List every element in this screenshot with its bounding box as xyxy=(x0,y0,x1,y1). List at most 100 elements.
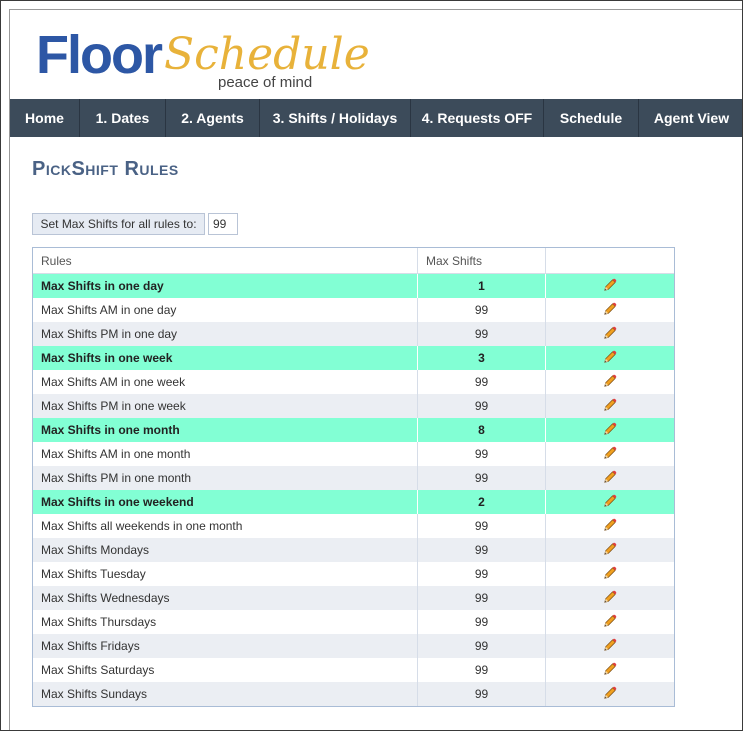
pencil-icon[interactable] xyxy=(603,470,617,487)
pencil-icon[interactable] xyxy=(603,446,617,463)
rule-name: Max Shifts all weekends in one month xyxy=(33,514,418,538)
edit-cell xyxy=(546,274,674,298)
pencil-icon[interactable] xyxy=(603,614,617,631)
rule-name: Max Shifts PM in one week xyxy=(33,394,418,418)
table-row: Max Shifts in one weekend 2 xyxy=(33,490,674,514)
rule-name: Max Shifts PM in one day xyxy=(33,322,418,346)
edit-cell xyxy=(546,634,674,658)
set-max-shifts-button[interactable]: Set Max Shifts for all rules to: xyxy=(32,213,205,235)
edit-cell xyxy=(546,418,674,442)
max-shifts-value: 99 xyxy=(418,586,546,610)
pencil-icon[interactable] xyxy=(603,662,617,679)
page-content: Floor Schedule peace of mind Home 1. Date… xyxy=(9,9,742,730)
max-shifts-value: 99 xyxy=(418,298,546,322)
edit-cell xyxy=(546,538,674,562)
pencil-icon[interactable] xyxy=(603,638,617,655)
main-nav: Home 1. Dates 2. Agents 3. Shifts / Holiday… xyxy=(10,99,742,137)
edit-cell xyxy=(546,346,674,370)
table-row: Max Shifts in one month 8 xyxy=(33,418,674,442)
table-row: Max Shifts PM in one week 99 xyxy=(33,394,674,418)
edit-cell xyxy=(546,682,674,706)
edit-cell xyxy=(546,586,674,610)
table-row: Max Shifts in one week 3 xyxy=(33,346,674,370)
max-shifts-value: 1 xyxy=(418,274,546,298)
edit-cell xyxy=(546,490,674,514)
edit-cell xyxy=(546,514,674,538)
page-title: PickShift Rules xyxy=(32,158,179,180)
pencil-icon[interactable] xyxy=(603,278,617,295)
max-shifts-value: 99 xyxy=(418,682,546,706)
rule-name: Max Shifts in one day xyxy=(33,274,418,298)
nav-item-agent-view[interactable]: Agent View xyxy=(639,99,742,137)
nav-item-home[interactable]: Home xyxy=(10,99,80,137)
table-row: Max Shifts Fridays 99 xyxy=(33,634,674,658)
max-shifts-value: 8 xyxy=(418,418,546,442)
table-row: Max Shifts Sundays 99 xyxy=(33,682,674,706)
pencil-icon[interactable] xyxy=(603,518,617,535)
max-shifts-value: 99 xyxy=(418,610,546,634)
max-shifts-value: 99 xyxy=(418,658,546,682)
nav-item-schedule[interactable]: Schedule xyxy=(544,99,639,137)
table-row: Max Shifts PM in one day 99 xyxy=(33,322,674,346)
pencil-icon[interactable] xyxy=(603,302,617,319)
edit-cell xyxy=(546,610,674,634)
nav-item-shifts-holidays[interactable]: 3. Shifts / Holidays xyxy=(260,99,411,137)
max-shifts-value: 99 xyxy=(418,370,546,394)
edit-cell xyxy=(546,370,674,394)
floorschedule-logo[interactable]: Floor Schedule peace of mind xyxy=(36,28,370,98)
pencil-icon[interactable] xyxy=(603,374,617,391)
nav-item-requests-off[interactable]: 4. Requests OFF xyxy=(411,99,544,137)
pencil-icon[interactable] xyxy=(603,398,617,415)
table-row: Max Shifts Tuesday 99 xyxy=(33,562,674,586)
table-row: Max Shifts AM in one week 99 xyxy=(33,370,674,394)
column-header-edit xyxy=(546,248,674,273)
nav-item-dates[interactable]: 1. Dates xyxy=(80,99,166,137)
table-row: Max Shifts Saturdays 99 xyxy=(33,658,674,682)
max-shifts-value: 99 xyxy=(418,538,546,562)
rule-name: Max Shifts in one month xyxy=(33,418,418,442)
pencil-icon[interactable] xyxy=(603,326,617,343)
edit-cell xyxy=(546,442,674,466)
rule-name: Max Shifts Fridays xyxy=(33,634,418,658)
max-shifts-value: 2 xyxy=(418,490,546,514)
window-frame: Floor Schedule peace of mind Home 1. Date… xyxy=(0,0,743,731)
rule-name: Max Shifts AM in one month xyxy=(33,442,418,466)
pencil-icon[interactable] xyxy=(603,350,617,367)
edit-cell xyxy=(546,322,674,346)
table-row: Max Shifts PM in one month 99 xyxy=(33,466,674,490)
table-row: Max Shifts all weekends in one month 99 xyxy=(33,514,674,538)
max-shifts-value: 99 xyxy=(418,562,546,586)
pencil-icon[interactable] xyxy=(603,566,617,583)
edit-cell xyxy=(546,562,674,586)
pencil-icon[interactable] xyxy=(603,542,617,559)
pickshift-rules-table: Rules Max Shifts Max Shifts in one day 1 M… xyxy=(32,247,675,707)
edit-cell xyxy=(546,658,674,682)
max-shifts-all-input[interactable] xyxy=(208,213,238,235)
rule-name: Max Shifts Wednesdays xyxy=(33,586,418,610)
edit-cell xyxy=(546,298,674,322)
max-shifts-value: 99 xyxy=(418,634,546,658)
pencil-icon[interactable] xyxy=(603,422,617,439)
max-shifts-value: 99 xyxy=(418,514,546,538)
table-header-row: Rules Max Shifts xyxy=(33,248,674,274)
edit-cell xyxy=(546,394,674,418)
max-shifts-value: 99 xyxy=(418,394,546,418)
rule-name: Max Shifts Thursdays xyxy=(33,610,418,634)
nav-item-agents[interactable]: 2. Agents xyxy=(166,99,260,137)
rule-name: Max Shifts Sundays xyxy=(33,682,418,706)
table-row: Max Shifts AM in one month 99 xyxy=(33,442,674,466)
rule-name: Max Shifts in one week xyxy=(33,346,418,370)
pencil-icon[interactable] xyxy=(603,686,617,703)
table-row: Max Shifts Wednesdays 99 xyxy=(33,586,674,610)
max-shifts-value: 3 xyxy=(418,346,546,370)
logo-tagline: peace of mind xyxy=(218,74,313,91)
table-row: Max Shifts Mondays 99 xyxy=(33,538,674,562)
rule-name: Max Shifts AM in one week xyxy=(33,370,418,394)
pencil-icon[interactable] xyxy=(603,494,617,511)
edit-cell xyxy=(546,466,674,490)
max-shifts-value: 99 xyxy=(418,322,546,346)
rule-name: Max Shifts Mondays xyxy=(33,538,418,562)
max-shifts-value: 99 xyxy=(418,466,546,490)
table-row: Max Shifts Thursdays 99 xyxy=(33,610,674,634)
pencil-icon[interactable] xyxy=(603,590,617,607)
